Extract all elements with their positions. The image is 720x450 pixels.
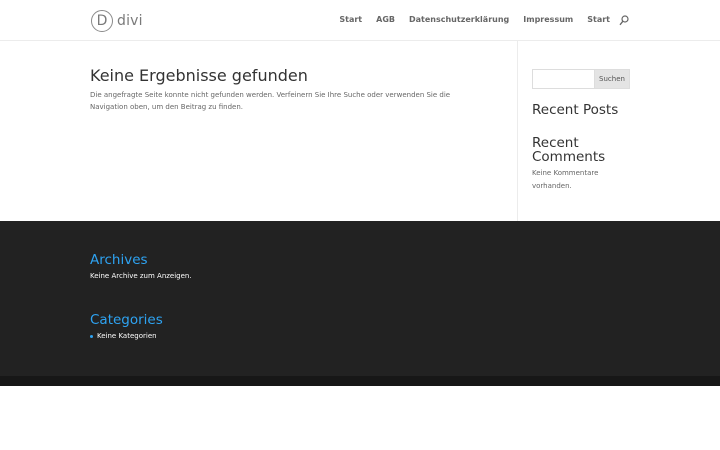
site-header: D divi Start AGB Datenschutzerklärung Im… — [0, 0, 720, 41]
archives-title: Archives — [90, 252, 148, 268]
nav-start-2[interactable]: Start — [587, 15, 610, 24]
categories-list-item: Keine Kategorien — [90, 331, 157, 341]
no-results-text: Die angefragte Seite konnte nicht gefund… — [90, 91, 451, 111]
nav-start[interactable]: Start — [339, 15, 362, 24]
footer-bottom-bar — [0, 376, 720, 386]
recent-comments-text: Keine Kommentare vorhanden. — [532, 169, 599, 190]
search-input[interactable] — [532, 69, 594, 89]
bullet-icon — [90, 334, 93, 338]
site-footer — [0, 221, 720, 376]
search-button[interactable]: Suchen — [594, 69, 630, 89]
categories-item-label: Keine Kategorien — [97, 332, 157, 340]
archives-text: Keine Archive zum Anzeigen. — [90, 272, 192, 280]
sidebar-divider — [517, 41, 518, 221]
site-logo[interactable]: D divi — [91, 9, 143, 32]
main-navigation: Start AGB Datenschutzerklärung Impressum… — [339, 15, 610, 24]
nav-datenschutzerklaerung[interactable]: Datenschutzerklärung — [409, 15, 509, 24]
nav-agb[interactable]: AGB — [376, 15, 395, 24]
nav-impressum[interactable]: Impressum — [523, 15, 573, 24]
recent-comments-title: Recent Comments — [532, 135, 606, 165]
logo-mark: D — [91, 9, 113, 32]
sidebar-search-form: Suchen — [532, 69, 630, 89]
logo-text: divi — [117, 12, 143, 29]
search-icon[interactable] — [619, 15, 629, 26]
page-title: Keine Ergebnisse gefunden — [90, 66, 308, 85]
recent-posts-title: Recent Posts — [532, 102, 619, 118]
categories-title: Categories — [90, 312, 163, 328]
